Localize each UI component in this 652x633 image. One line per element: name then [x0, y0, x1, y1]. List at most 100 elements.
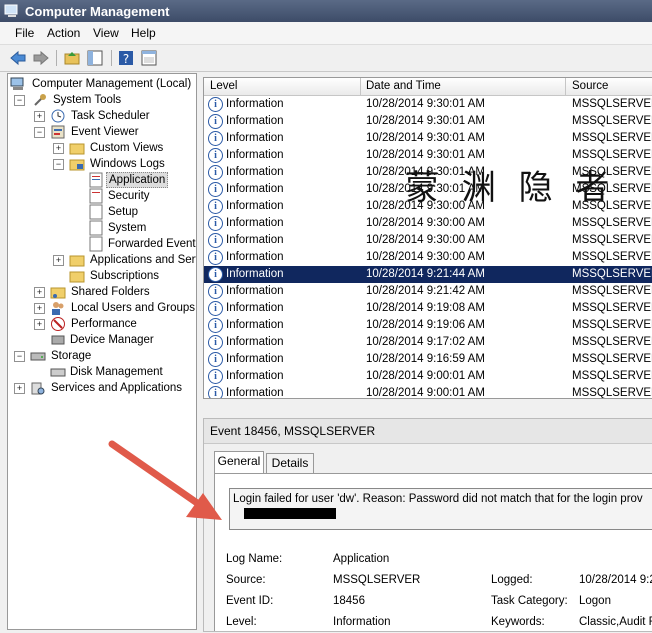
help-icon[interactable]: ? [117, 49, 135, 67]
column-datetime[interactable]: Date and Time [366, 80, 441, 92]
expand-icon[interactable]: + [34, 287, 45, 298]
information-icon: i [208, 199, 223, 214]
menu-help[interactable]: Help [131, 26, 156, 40]
expand-icon[interactable]: + [53, 255, 64, 266]
event-title: Event 18456, MSSQLSERVER [210, 424, 376, 438]
log-name-label: Log Name: [226, 553, 283, 565]
row-level: Information [226, 217, 284, 229]
row-source: MSSQLSERVER [572, 98, 652, 110]
table-row[interactable]: i Information 10/28/2014 9:19:08 AM MSSQLSE… [204, 300, 652, 317]
log-icon [89, 236, 103, 252]
information-icon: i [208, 233, 223, 248]
task-category-value: Logon [579, 595, 611, 607]
event-id-value: 18456 [333, 595, 365, 607]
information-icon: i [208, 165, 223, 180]
column-level[interactable]: Level [210, 80, 238, 92]
title-bar: Computer Management [0, 0, 652, 22]
disk-icon [50, 368, 66, 377]
row-level: Information [226, 98, 284, 110]
information-icon: i [208, 267, 223, 282]
column-source[interactable]: Source [572, 80, 608, 92]
information-icon: i [208, 250, 223, 265]
row-level: Information [226, 336, 284, 348]
row-level: Information [226, 166, 284, 178]
general-tab-panel: Login failed for user 'dw'. Reason: Pass… [214, 473, 652, 631]
information-icon: i [208, 216, 223, 231]
information-icon: i [208, 369, 223, 384]
table-row[interactable]: i Information 10/28/2014 9:19:06 AM MSSQLSE… [204, 317, 652, 334]
information-icon: i [208, 114, 223, 129]
information-icon: i [208, 182, 223, 197]
row-source: MSSQLSERVER [572, 217, 652, 229]
table-row[interactable]: i Information 10/28/2014 9:30:00 AM MSSQLSE… [204, 232, 652, 249]
table-row[interactable]: i Information 10/28/2014 9:30:00 AM MSSQLSE… [204, 215, 652, 232]
information-icon: i [208, 97, 223, 112]
detail-header: Event 18456, MSSQLSERVER [204, 419, 652, 444]
information-icon: i [208, 318, 223, 333]
source-label: Source: [226, 574, 266, 586]
row-level: Information [226, 200, 284, 212]
expand-icon[interactable]: + [53, 143, 64, 154]
row-datetime: 10/28/2014 9:17:02 AM [366, 336, 485, 348]
svg-text:?: ? [123, 52, 129, 66]
table-row[interactable]: i Information 10/28/2014 9:21:44 AM MSSQLSE… [204, 266, 652, 283]
event-message-box[interactable]: Login failed for user 'dw'. Reason: Pass… [229, 488, 652, 530]
watermark-text: 蒙 渊 隐 者 [405, 168, 616, 208]
table-row[interactable]: i Information 10/28/2014 9:17:02 AM MSSQLSE… [204, 334, 652, 351]
table-row[interactable]: i Information 10/28/2014 9:30:00 AM MSSQLSE… [204, 249, 652, 266]
collapse-icon[interactable]: − [14, 351, 25, 362]
folder-icon [69, 255, 85, 267]
properties-icon[interactable] [140, 49, 158, 67]
log-icon [89, 220, 103, 236]
table-row[interactable]: i Information 10/28/2014 9:00:01 AM MSSQLSE… [204, 368, 652, 385]
collapse-icon[interactable]: − [14, 95, 25, 106]
folder-icon [69, 271, 85, 283]
expand-icon[interactable]: + [34, 319, 45, 330]
clock-icon [51, 109, 65, 123]
shared-folder-icon [50, 287, 66, 299]
event-detail-pane: Event 18456, MSSQLSERVER General Details… [203, 418, 652, 632]
table-row[interactable]: i Information 10/28/2014 9:30:01 AM MSSQLSE… [204, 130, 652, 147]
performance-icon [51, 317, 65, 331]
collapse-icon[interactable]: − [34, 127, 45, 138]
toolbar: ? [0, 45, 652, 72]
collapse-icon[interactable]: − [53, 159, 64, 170]
row-level: Information [226, 183, 284, 195]
tab-details[interactable]: Details [266, 453, 314, 474]
row-level: Information [226, 370, 284, 382]
table-row[interactable]: i Information 10/28/2014 9:00:01 AM MSSQLSE… [204, 385, 652, 398]
menu-file[interactable]: File [15, 26, 34, 40]
event-message: Login failed for user 'dw'. Reason: Pass… [233, 493, 643, 505]
forward-arrow-icon[interactable] [32, 49, 50, 67]
expand-icon[interactable]: + [14, 383, 25, 394]
row-source: MSSQLSERVER [572, 132, 652, 144]
level-value: Information [333, 616, 391, 628]
log-icon [89, 188, 103, 204]
expand-icon[interactable]: + [34, 303, 45, 314]
row-level: Information [226, 115, 284, 127]
show-hide-tree-icon[interactable] [86, 49, 104, 67]
information-icon: i [208, 352, 223, 367]
logged-value: 10/28/2014 9:21 [579, 574, 652, 586]
table-row[interactable]: i Information 10/28/2014 9:30:01 AM MSSQLSE… [204, 96, 652, 113]
expand-icon[interactable]: + [34, 111, 45, 122]
information-icon: i [208, 284, 223, 299]
row-level: Information [226, 319, 284, 331]
table-row[interactable]: i Information 10/28/2014 9:16:59 AM MSSQLSE… [204, 351, 652, 368]
row-datetime: 10/28/2014 9:30:01 AM [366, 132, 485, 144]
device-manager-icon [51, 335, 65, 345]
row-level: Information [226, 353, 284, 365]
row-source: MSSQLSERVER [572, 319, 652, 331]
log-name-value: Application [333, 553, 390, 565]
menu-view[interactable]: View [93, 26, 119, 40]
back-arrow-icon[interactable] [9, 49, 27, 67]
keywords-value: Classic,Audit F [579, 616, 652, 628]
table-row[interactable]: i Information 10/28/2014 9:21:42 AM MSSQLSE… [204, 283, 652, 300]
tab-general[interactable]: General [214, 451, 264, 474]
table-row[interactable]: i Information 10/28/2014 9:30:01 AM MSSQLSE… [204, 113, 652, 130]
menu-action[interactable]: Action [47, 26, 80, 40]
row-datetime: 10/28/2014 9:21:42 AM [366, 285, 485, 297]
up-folder-icon[interactable] [63, 49, 81, 67]
redacted-text [244, 508, 336, 519]
row-level: Information [226, 132, 284, 144]
